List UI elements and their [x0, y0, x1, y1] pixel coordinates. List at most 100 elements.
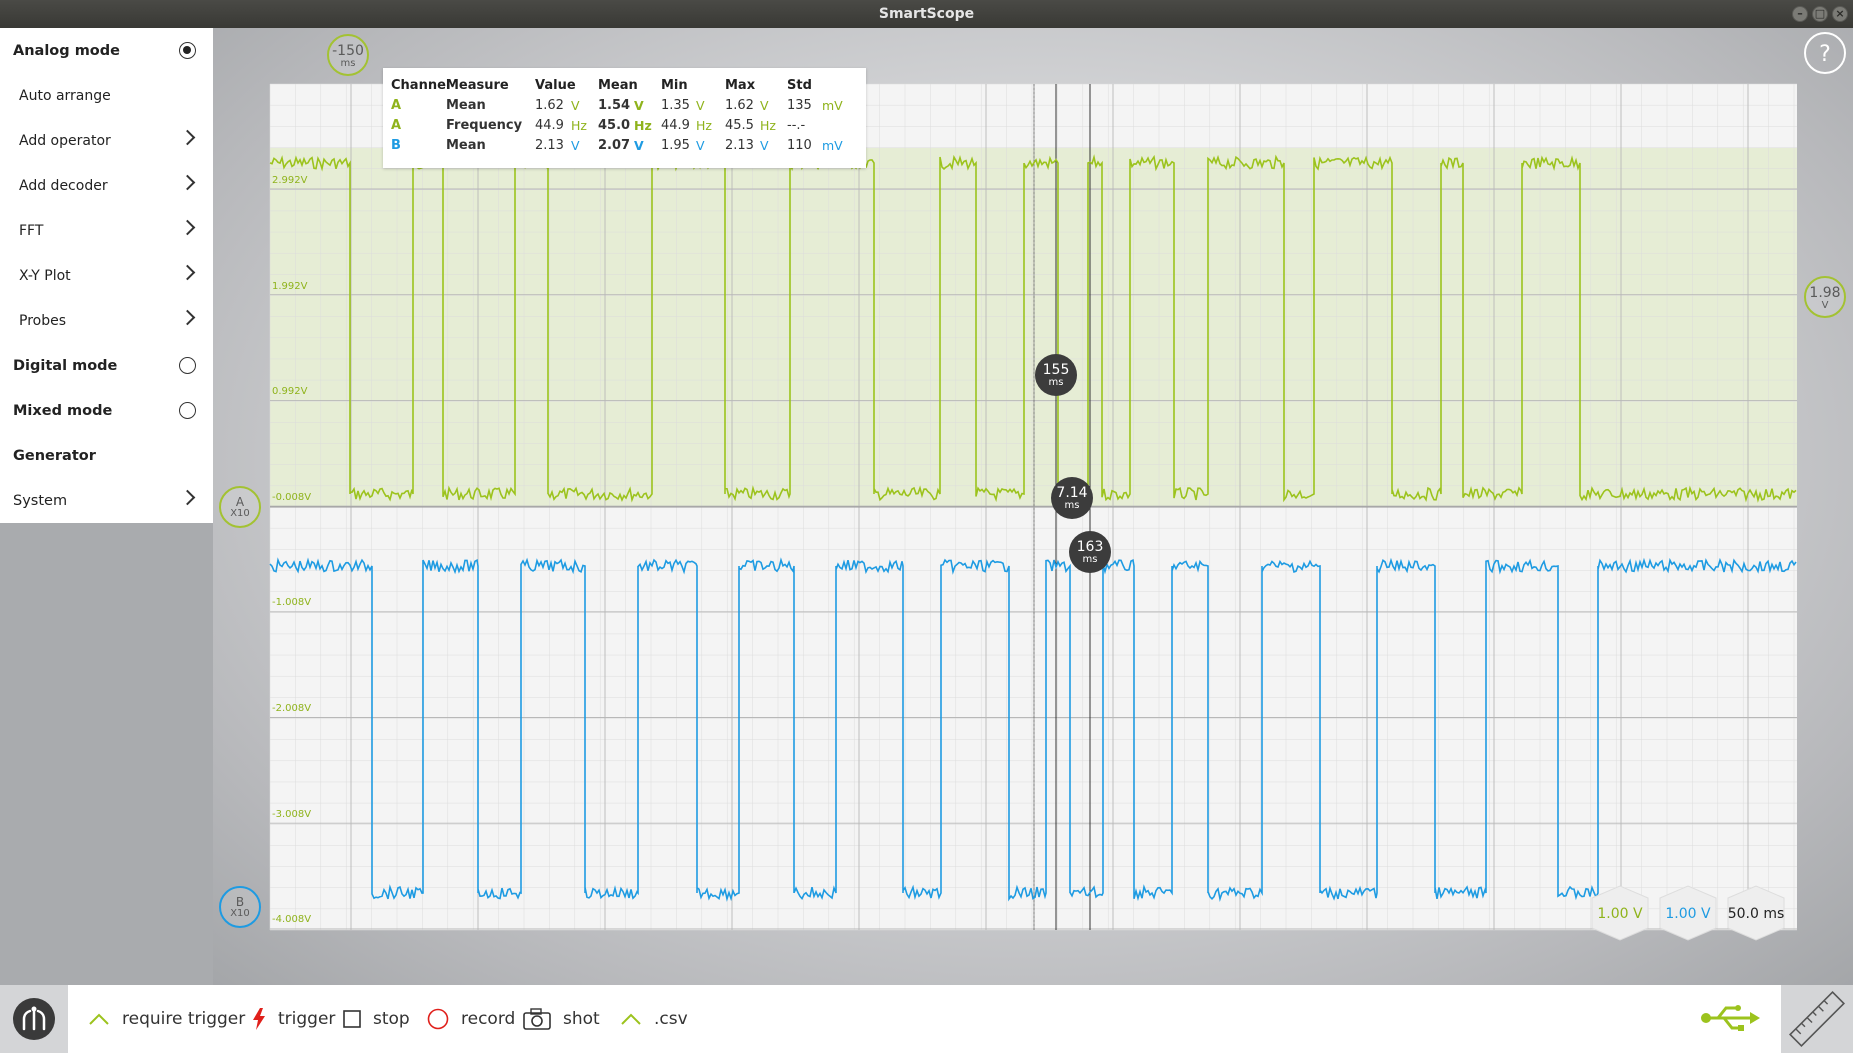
header-max: Max	[725, 78, 756, 93]
chevron-up-icon	[88, 1012, 110, 1026]
cursor-2-marker[interactable]: 163 ms	[1069, 531, 1111, 573]
record-button[interactable]: record	[427, 985, 515, 1053]
row-2-max-unit: Hz	[760, 118, 776, 133]
row-1-std-unit: mV	[822, 98, 843, 113]
axis-a-label-4: -0.008V	[272, 492, 311, 503]
header-channel: Channel	[391, 78, 451, 93]
trigger-label: trigger	[278, 1009, 336, 1029]
row-3-measure: Mean	[446, 138, 486, 153]
trigger-level-value: 1.98	[1809, 285, 1841, 301]
row-3-max: 2.13	[725, 138, 754, 153]
channel-b-marker[interactable]: B X10	[219, 886, 261, 928]
channel-a-name: A	[235, 495, 245, 509]
stop-label: stop	[373, 1009, 410, 1029]
ruler-button[interactable]	[1781, 985, 1853, 1053]
trigger-time-marker[interactable]: -150 ms	[327, 34, 369, 76]
measurements-table: Channel Measure Value Mean Min Max Std A…	[383, 68, 866, 168]
row-2-max: 45.5	[725, 118, 754, 133]
row-1-min: 1.35	[661, 98, 690, 113]
axis-a-label-1: 2.992V	[272, 175, 308, 186]
trigger-level-unit: V	[1821, 300, 1829, 311]
axis-a-label-3: 0.992V	[272, 386, 308, 397]
channel-b-name: B	[235, 895, 245, 909]
row-3-mean-unit: V	[634, 138, 644, 153]
cursor-1-value: 155	[1042, 362, 1070, 378]
chevron-up-icon	[620, 1012, 642, 1026]
shot-label: shot	[563, 1009, 600, 1029]
row-1-mean: 1.54	[598, 98, 631, 113]
scale-b-volts-div[interactable]: 1.00 V	[1655, 898, 1721, 930]
row-2-min: 44.9	[661, 118, 690, 133]
trigger-button[interactable]: trigger	[252, 985, 335, 1053]
camera-icon	[523, 1008, 551, 1030]
scope-display[interactable]: 2.992V 1.992V 0.992V -0.008V -1.008V -2.…	[0, 0, 1853, 1053]
row-3-mean: 2.07	[598, 138, 631, 153]
record-label: record	[461, 1009, 516, 1029]
bottom-toolbar: require trigger trigger stop record shot…	[0, 985, 1853, 1053]
header-value: Value	[535, 78, 576, 93]
row-2-mean: 45.0	[598, 118, 631, 133]
row-1-std: 135	[787, 98, 812, 113]
row-2-value-unit: Hz	[571, 118, 587, 133]
channel-a-marker[interactable]: A X10	[219, 486, 261, 528]
row-3-value: 2.13	[535, 138, 564, 153]
scale-time-div[interactable]: 50.0 ms	[1723, 898, 1789, 930]
header-mean: Mean	[598, 78, 638, 93]
record-circle-icon	[427, 1008, 449, 1030]
trigger-time-value: -150	[332, 43, 364, 59]
cursor-2-unit: ms	[1082, 554, 1098, 565]
csv-label: .csv	[654, 1009, 688, 1029]
header-measure: Measure	[446, 78, 509, 93]
shot-button[interactable]: shot	[523, 985, 600, 1053]
row-2-channel: A	[391, 118, 402, 133]
row-1-max-unit: V	[760, 98, 769, 113]
row-3-min: 1.95	[661, 138, 690, 153]
scale-a-volts-div[interactable]: 1.00 V	[1587, 898, 1653, 930]
row-1-channel: A	[391, 98, 402, 113]
require-trigger-label: require trigger	[122, 1009, 246, 1029]
cursor-delta-marker[interactable]: 7.14 ms	[1051, 477, 1093, 519]
row-1-value: 1.62	[535, 98, 564, 113]
row-2-value: 44.9	[535, 118, 564, 133]
cursor-delta-unit: ms	[1064, 500, 1080, 511]
axis-b-label-1: -1.008V	[272, 597, 311, 608]
stop-square-icon	[343, 1010, 361, 1028]
row-2-mean-unit: Hz	[634, 118, 652, 133]
row-1-max: 1.62	[725, 98, 754, 113]
row-2-std: --.-	[787, 118, 806, 133]
cursor-delta-value: 7.14	[1056, 485, 1088, 501]
channel-b-probe: X10	[230, 908, 250, 919]
axis-b-label-2: -2.008V	[272, 703, 311, 714]
trigger-time-unit: ms	[340, 58, 356, 69]
header-min: Min	[661, 78, 688, 93]
row-3-std: 110	[787, 138, 812, 153]
row-1-mean-unit: V	[634, 98, 644, 113]
row-3-min-unit: V	[696, 138, 705, 153]
header-std: Std	[787, 78, 812, 93]
row-2-measure: Frequency	[446, 118, 523, 133]
cursor-2-value: 163	[1076, 539, 1104, 555]
row-3-std-unit: mV	[822, 138, 843, 153]
row-3-value-unit: V	[571, 138, 580, 153]
row-2-min-unit: Hz	[696, 118, 712, 133]
cursor-1-marker[interactable]: 155 ms	[1035, 354, 1077, 396]
row-1-measure: Mean	[446, 98, 486, 113]
require-trigger-button[interactable]: require trigger	[88, 985, 245, 1053]
row-3-max-unit: V	[760, 138, 769, 153]
row-1-value-unit: V	[571, 98, 580, 113]
axis-b-label-4: -4.008V	[272, 914, 311, 925]
csv-export-button[interactable]: .csv	[620, 985, 688, 1053]
trigger-level-marker[interactable]: 1.98 V	[1804, 276, 1846, 318]
channel-a-probe: X10	[230, 508, 250, 519]
smartscope-logo-icon[interactable]	[0, 985, 68, 1053]
help-icon: ?	[1819, 42, 1831, 67]
stop-button[interactable]: stop	[343, 985, 410, 1053]
lightning-icon	[252, 1008, 266, 1030]
ruler-icon	[1788, 990, 1846, 1048]
row-1-min-unit: V	[696, 98, 705, 113]
usb-connected-icon	[1700, 1003, 1760, 1038]
cursor-1-unit: ms	[1048, 377, 1064, 388]
grid	[269, 83, 1797, 931]
axis-a-label-2: 1.992V	[272, 281, 308, 292]
axis-b-label-3: -3.008V	[272, 809, 311, 820]
